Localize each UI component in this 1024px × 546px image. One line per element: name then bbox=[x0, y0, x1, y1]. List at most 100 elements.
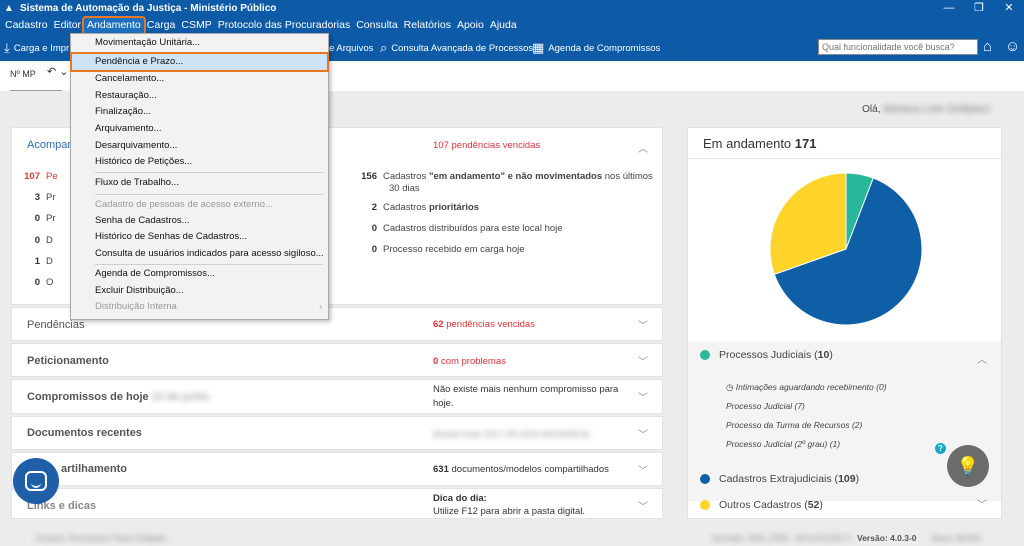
pie-chart bbox=[769, 172, 923, 326]
menu-separator bbox=[95, 194, 323, 195]
user-icon[interactable]: ☺ bbox=[1005, 38, 1020, 55]
list-item[interactable]: 107 Pe bbox=[20, 171, 57, 182]
status-server: Servidor: SRV_PRD - APLICAÇÃO 3 bbox=[712, 533, 852, 543]
chat-icon bbox=[25, 471, 47, 491]
menu-item-historico-peticoes[interactable]: Histórico de Petições... bbox=[95, 156, 192, 167]
tip-text: Utilize F12 para abrir a pasta digital. bbox=[433, 506, 586, 517]
list-item[interactable]: 2 Cadastros prioritários bbox=[357, 202, 479, 213]
undo-icon[interactable]: ↶ ⌄ bbox=[47, 65, 69, 78]
nmp-field[interactable] bbox=[10, 81, 62, 91]
menu-separator bbox=[95, 172, 323, 173]
scrollbar[interactable] bbox=[1014, 91, 1024, 531]
divider bbox=[688, 158, 1001, 159]
menu-item-cancelamento[interactable]: Cancelamento... bbox=[95, 73, 164, 84]
status-user: Usuário: Promotoria Teste Softplan bbox=[35, 533, 167, 543]
home-icon[interactable]: ⌂ bbox=[983, 38, 992, 55]
menu-item-pendencia-prazo[interactable]: Pendência e Prazo... bbox=[70, 52, 329, 72]
menu-csmp[interactable]: CSMP bbox=[178, 18, 214, 33]
list-item-continuation: 30 dias bbox=[389, 183, 420, 194]
chevron-up-icon[interactable]: ︿ bbox=[638, 140, 648, 155]
consulta-avancada-button[interactable]: ⌕ Consulta Avançada de Processos bbox=[380, 39, 533, 57]
status-text: pendências vencidas bbox=[451, 140, 541, 151]
acompanhamento-title[interactable]: Acompan bbox=[27, 139, 73, 151]
compromissos-panel[interactable]: Compromissos de hoje 10 de junho Não exi… bbox=[11, 379, 663, 414]
menu-andamento[interactable]: Andamento bbox=[82, 16, 146, 35]
menu-item-consulta-usuarios-sigiloso[interactable]: Consulta de usuários indicados para aces… bbox=[95, 248, 324, 259]
pendencias-title: Pendências bbox=[27, 319, 85, 331]
list-item[interactable]: 0 Processo recebido em carga hoje bbox=[357, 244, 525, 255]
agenda-label: Agenda de Compromissos bbox=[548, 42, 661, 54]
list-item[interactable]: 0 Cadastros distribuídos para este local … bbox=[357, 223, 563, 234]
menu-item-finalizacao[interactable]: Finalização... bbox=[95, 106, 151, 117]
agenda-button[interactable]: ▦ Agenda de Compromissos bbox=[532, 39, 660, 57]
nmp-label: Nº MP bbox=[10, 69, 36, 79]
legend-processos-judiciais[interactable]: Processos Judiciais (10) bbox=[700, 349, 833, 361]
greeting: Olá, Mariana Leite (Softplan) bbox=[862, 104, 990, 115]
help-icon[interactable]: ? bbox=[935, 443, 946, 454]
menu-item-historico-senhas[interactable]: Histórico de Senhas de Cadastros... bbox=[95, 231, 247, 242]
chevron-down-icon[interactable]: ﹀ bbox=[638, 317, 648, 332]
sub-item-intimacoes[interactable]: ◷ Intimações aguardando recebimento (0) bbox=[726, 382, 887, 393]
menu-consulta[interactable]: Consulta bbox=[353, 18, 400, 33]
carga-label: Carga e Impr bbox=[13, 42, 70, 54]
links-panel[interactable]: Links e dicas Dica do dia: Utilize F12 p… bbox=[11, 488, 663, 519]
menu-item-arquivamento[interactable]: Arquivamento... bbox=[95, 123, 162, 134]
list-item[interactable]: 156 Cadastros "em andamento" e não movime… bbox=[357, 171, 653, 182]
menu-editor[interactable]: Editor bbox=[51, 18, 84, 33]
window-controls: — ❐ ✕ bbox=[934, 0, 1024, 17]
menu-item-cadastro-pessoas-externo: Cadastro de pessoas de acesso externo... bbox=[95, 199, 273, 210]
list-item[interactable]: 1D bbox=[20, 256, 53, 267]
menu-cadastro[interactable]: Cadastro bbox=[2, 18, 51, 33]
arquivos-button[interactable]: e Arquivos bbox=[329, 39, 373, 57]
documentos-panel[interactable]: Documentos recentes Modelo teste 2017 (0… bbox=[11, 416, 663, 450]
greeting-user: Mariana Leite (Softplan) bbox=[883, 104, 990, 115]
menu-item-excluir-distribuicao[interactable]: Excluir Distribuição... bbox=[95, 285, 184, 296]
menu-carga[interactable]: Carga bbox=[144, 18, 179, 33]
menu-item-fluxo-trabalho[interactable]: Fluxo de Trabalho... bbox=[95, 177, 179, 188]
list-item[interactable]: 0O bbox=[20, 277, 54, 288]
legend-dot bbox=[700, 350, 710, 360]
minimize-button[interactable]: — bbox=[934, 0, 964, 17]
sub-item-segundo-grau[interactable]: Processo Judicial (2º grau) (1) bbox=[726, 439, 840, 449]
close-button[interactable]: ✕ bbox=[994, 0, 1024, 17]
list-item[interactable]: 0 Pr bbox=[20, 213, 56, 224]
lightbulb-icon[interactable]: 💡 bbox=[947, 445, 989, 487]
chevron-up-icon[interactable]: ︿ bbox=[977, 351, 987, 366]
maximize-button[interactable]: ❐ bbox=[964, 0, 994, 17]
chevron-down-icon[interactable]: ﹀ bbox=[638, 498, 648, 513]
peticionamento-status: 0 com problemas bbox=[433, 356, 506, 367]
sub-item-turma-recursos[interactable]: Processo da Turma de Recursos (2) bbox=[726, 420, 862, 430]
menu-apoio[interactable]: Apoio bbox=[454, 18, 487, 33]
compromissos-status-1: Não existe mais nenhum compromisso para bbox=[433, 384, 619, 395]
chevron-down-icon[interactable]: ﹀ bbox=[638, 353, 648, 368]
list-item[interactable]: 3 Pr bbox=[20, 192, 56, 203]
carga-impressao-button[interactable]: ⤓ Carga e Impr bbox=[4, 39, 69, 57]
menu-item-restauracao[interactable]: Restauração... bbox=[95, 90, 157, 101]
menu-protocolo[interactable]: Protocolo das Procuradorias bbox=[215, 18, 354, 33]
compartilhamento-panel[interactable]: artilhamento 631 documentos/modelos comp… bbox=[11, 452, 663, 486]
menu-item-distribuicao-interna: Distribuição Interna bbox=[95, 301, 177, 312]
list-item[interactable]: 0D bbox=[20, 235, 53, 246]
menu-ajuda[interactable]: Ajuda bbox=[487, 18, 520, 33]
acompanhamento-status: 107 pendências vencidas bbox=[433, 140, 540, 151]
legend-outros-cadastros[interactable]: Outros Cadastros (52) bbox=[700, 499, 823, 511]
status-version: Versão: 4.0.3-0 bbox=[857, 533, 917, 543]
legend-dot bbox=[700, 500, 710, 510]
arquivos-label: e Arquivos bbox=[329, 42, 374, 54]
chevron-down-icon[interactable]: ﹀ bbox=[977, 496, 987, 511]
chevron-down-icon[interactable]: ﹀ bbox=[638, 462, 648, 477]
chevron-down-icon[interactable]: ﹀ bbox=[638, 426, 648, 441]
menu-relatorios[interactable]: Relatórios bbox=[401, 18, 454, 33]
peticionamento-panel[interactable]: Peticionamento 0 com problemas ﹀ bbox=[11, 343, 663, 377]
function-search-input[interactable] bbox=[818, 39, 978, 55]
chevron-down-icon[interactable]: ﹀ bbox=[638, 389, 648, 404]
status-base: Base: MURA bbox=[932, 533, 982, 543]
menu-item-agenda-compromissos[interactable]: Agenda de Compromissos... bbox=[95, 268, 215, 279]
menu-item-desarquivamento[interactable]: Desarquivamento... bbox=[95, 140, 177, 151]
legend-cadastros-extrajudiciais[interactable]: Cadastros Extrajudiciais (109) bbox=[700, 473, 859, 485]
menu-bar: Cadastro Editor Andamento Carga CSMP Pro… bbox=[0, 16, 1024, 35]
chat-button[interactable] bbox=[13, 458, 59, 504]
sub-item-processo-judicial[interactable]: Processo Judicial (7) bbox=[726, 401, 805, 411]
menu-item-senha-cadastros[interactable]: Senha de Cadastros... bbox=[95, 215, 190, 226]
menu-item-movimentacao-unitaria[interactable]: Movimentação Unitária... bbox=[95, 37, 200, 48]
